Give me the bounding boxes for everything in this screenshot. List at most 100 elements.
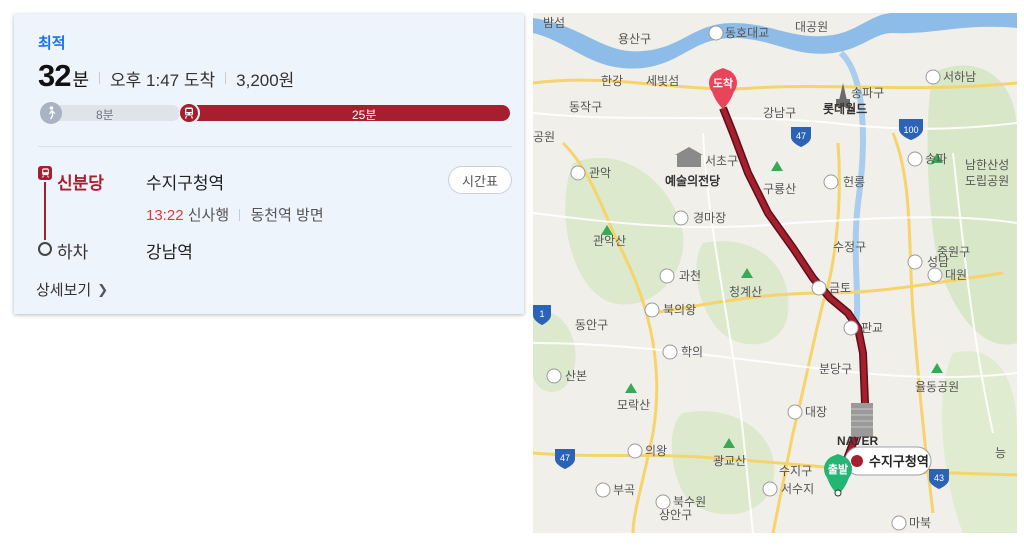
- svg-text:출발: 출발: [828, 462, 848, 476]
- alight-label: 하차: [57, 243, 89, 262]
- map-label: 세빛섬: [646, 74, 679, 88]
- timetable-button[interactable]: 시간표: [448, 166, 512, 194]
- departure-divider: [239, 209, 241, 221]
- map-label: 관악산: [593, 234, 626, 248]
- route-connector-line: [44, 182, 46, 240]
- route-map[interactable]: 47 100 1 47 43 밤섬 용산구 동호대교 대공원 한강 세빛섬 동작…: [533, 13, 1017, 533]
- route-summary: 32 분 오후 1:47 도착 3,200원: [38, 58, 294, 94]
- map-label: 동안구: [575, 318, 608, 332]
- map-label: 능: [995, 446, 1006, 460]
- map-label: 대원: [945, 268, 967, 282]
- map-label: 수정구: [833, 240, 866, 254]
- map-label: 산본: [565, 369, 587, 383]
- map-label: 부곡: [613, 483, 635, 497]
- alight-station[interactable]: 강남역: [146, 238, 193, 263]
- map-label: 동작구: [569, 100, 602, 114]
- subway-segment: [178, 105, 510, 121]
- svg-text:47: 47: [796, 131, 806, 141]
- map-label: 율동공원: [915, 380, 959, 394]
- map-label: 서초구: [705, 154, 738, 168]
- departure-info: 13:22 신사행 동천역 방면: [146, 204, 324, 225]
- map-label: 분당구: [819, 362, 852, 376]
- highway-47-shield: 47: [791, 127, 811, 147]
- train-direction: 신사행: [187, 207, 230, 224]
- highway-100-shield: 100: [899, 119, 923, 140]
- fare: 3,200원: [236, 71, 295, 90]
- subway-icon: [178, 102, 200, 124]
- map-label: 상안구: [659, 508, 692, 522]
- start-callout[interactable]: 수지구청역: [844, 446, 932, 476]
- subway-line-name: 신분당: [57, 174, 104, 193]
- map-label: 청계산: [729, 285, 762, 299]
- map-label: 서수지: [781, 482, 814, 496]
- map-label: 예술의전당: [665, 173, 720, 188]
- mountain-area-east: [927, 65, 1017, 345]
- departure-time: 13:22: [146, 207, 184, 224]
- map-label: 마북: [909, 516, 931, 530]
- travel-minutes-unit: 분: [72, 70, 90, 90]
- boarding-station[interactable]: 수지구청역: [146, 169, 224, 194]
- map-label: 서하남: [943, 70, 976, 84]
- walk-icon: [40, 102, 62, 124]
- svg-text:100: 100: [903, 125, 918, 135]
- map-label: 밤섬: [543, 16, 565, 30]
- start-pin[interactable]: 출발: [824, 454, 852, 497]
- svg-text:수지구청역: 수지구청역: [869, 454, 929, 469]
- travel-minutes: 32: [38, 58, 71, 93]
- alight-marker: [38, 242, 52, 256]
- highway-47-south-shield: 47: [555, 449, 575, 469]
- map-label: 한강: [601, 74, 623, 88]
- map-label: 학의: [681, 345, 703, 359]
- subway-duration-label: 25분: [352, 108, 377, 122]
- svg-text:47: 47: [560, 453, 570, 463]
- route-card[interactable]: 최적 32 분 오후 1:47 도착 3,200원 8분 25분 신분당 수지구…: [14, 14, 524, 314]
- han-river: [533, 13, 1017, 69]
- map-label: 광교산: [713, 454, 746, 468]
- map-label: 강남구: [763, 106, 796, 120]
- svg-text:1: 1: [539, 309, 544, 319]
- map-label: 도립공원: [965, 174, 1009, 188]
- walk-duration-label: 8분: [96, 108, 114, 122]
- best-route-badge: 최적: [38, 35, 66, 52]
- details-link[interactable]: 상세보기 ❯: [36, 279, 108, 300]
- map-label: 롯데월드: [823, 101, 867, 116]
- subway-line-icon: [38, 166, 52, 180]
- destination-pin[interactable]: 도착: [709, 68, 737, 109]
- svg-text:도착: 도착: [713, 76, 733, 90]
- map-label: NAVER: [837, 434, 878, 448]
- map-label: 북수원: [673, 495, 706, 509]
- summary-divider: [225, 72, 227, 84]
- route-timeline-bar: 8분 25분: [40, 102, 510, 124]
- map-label: 남한산성: [965, 158, 1009, 172]
- platform-direction: 동천역 방면: [250, 207, 324, 224]
- chevron-right-icon: ❯: [97, 281, 109, 297]
- map-label: 대장: [805, 405, 827, 419]
- arrival-time: 오후 1:47 도착: [110, 71, 216, 90]
- park-area-southeast: [942, 351, 1017, 533]
- map-label: 용산구: [618, 32, 651, 46]
- map-label: 관악: [589, 166, 611, 180]
- card-divider: [38, 146, 512, 147]
- map-label: 헌릉: [843, 175, 865, 189]
- map-label: 공원: [533, 130, 555, 144]
- svg-text:43: 43: [934, 473, 944, 483]
- summary-divider: [99, 72, 101, 84]
- map-label: 판교: [861, 321, 883, 335]
- map-label: 수지구: [779, 464, 812, 478]
- map-label: 모락산: [617, 398, 650, 412]
- map-label: 성남: [927, 255, 949, 269]
- map-label: 송파구: [851, 86, 884, 100]
- arts-center-icon: [675, 147, 703, 167]
- details-link-label: 상세보기: [36, 282, 92, 299]
- map-label: 송파: [925, 152, 947, 166]
- map-label: 과천: [679, 268, 701, 283]
- map-label: 구룡산: [763, 182, 796, 196]
- naver-building-icon: [851, 403, 873, 437]
- map-label: 경마장: [693, 211, 726, 225]
- map-label: 대공원: [795, 20, 828, 34]
- highway-43-shield: 43: [929, 469, 949, 489]
- map-label: 북의왕: [663, 303, 696, 317]
- map-label: 금토: [829, 281, 851, 295]
- map-label: 의왕: [645, 444, 667, 458]
- map-label: 동호대교: [725, 26, 769, 40]
